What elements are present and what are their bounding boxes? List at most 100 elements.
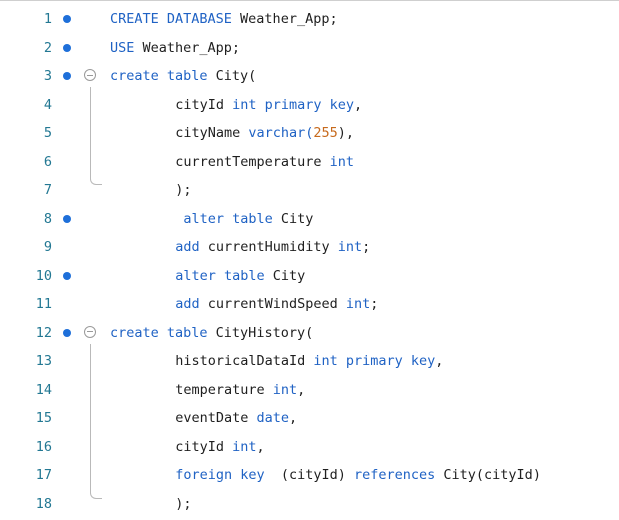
code-text: create table City( [110,62,256,90]
code-text: cityName varchar(255), [175,119,354,147]
sql-keyword: int [232,438,257,455]
code-line[interactable]: 12 create table CityHistory( [0,319,619,347]
code-text: historicalDataId int primary key, [175,347,443,375]
statement-marker-dot-icon[interactable] [63,271,71,280]
sql-identifier: , [354,96,363,113]
fold-collapse-icon[interactable] [84,325,96,338]
line-number: 8 [43,210,52,227]
code-line[interactable]: 11 add currentWindSpeed int; [0,290,619,318]
fold-guide-cityhistory [90,344,91,491]
sql-code-editor[interactable]: 1 CREATE DATABASE Weather_App; 2 USE Weathe… [0,0,619,520]
code-line[interactable]: 1 CREATE DATABASE Weather_App; [0,5,619,33]
line-number: 6 [43,153,52,170]
sql-identifier: ), [337,125,355,141]
code-line[interactable]: 13 historicalDataId int primary key, [0,347,619,375]
code-text: foreign key (cityId) references City(cit… [175,461,541,489]
code-text: currentTemperature int [175,148,354,176]
statement-marker-dot-icon[interactable] [63,72,71,80]
code-line[interactable]: 5 cityName varchar(255), [0,119,619,147]
sql-identifier: ; [370,296,379,312]
sql-keyword: int [329,153,355,170]
line-number: 12 [35,324,52,341]
line-number: 13 [35,353,52,369]
sql-keyword: add [175,239,200,255]
sql-keyword: int [337,239,363,255]
code-line[interactable]: 16 cityId int, [0,433,619,461]
sql-identifier: Weather_App; [134,39,241,56]
sql-identifier: currentHumidity [199,239,338,255]
fold-collapse-icon[interactable] [84,69,96,81]
sql-identifier: , [256,438,265,455]
sql-identifier: Weather_App; [231,11,338,27]
sql-keyword: create table [110,324,208,341]
sql-keyword: date [256,410,289,426]
fold-guide-city [90,87,91,177]
line-number: 18 [35,495,52,512]
line-number: 5 [43,125,52,141]
sql-identifier: City(cityId) [435,467,541,483]
line-number: 11 [35,296,52,312]
sql-identifier: ; [362,239,371,255]
sql-identifier: eventDate [175,410,257,426]
code-text: ); [175,490,191,518]
line-number: 10 [35,267,52,284]
sql-identifier: CityHistory( [207,324,314,341]
statement-marker-dot-icon[interactable] [63,214,71,223]
line-number: 16 [35,438,52,455]
sql-keyword: alter table [183,210,273,227]
sql-identifier: City [272,210,314,227]
sql-keyword: varchar( [248,125,314,141]
sql-identifier: temperature [175,381,273,398]
code-line[interactable]: 3 create table City( [0,62,619,90]
code-line[interactable]: 2 USE Weather_App; [0,34,619,62]
line-number: 1 [43,11,52,27]
sql-identifier: , [288,410,298,426]
fold-guide-end-city [90,177,102,185]
code-text: temperature int, [175,376,305,404]
sql-keyword: int [345,296,371,312]
code-text: alter table City [183,205,313,233]
sql-keyword: int primary key [313,353,436,369]
sql-keyword: references [354,467,436,483]
code-text: add currentHumidity int; [175,233,370,261]
code-line[interactable]: 15 eventDate date, [0,404,619,432]
sql-identifier: cityId [175,96,233,113]
code-line[interactable]: 17 foreign key (cityId) references City(c… [0,461,619,489]
sql-identifier: cityId [175,438,233,455]
sql-keyword: add [175,296,200,312]
code-text: eventDate date, [175,404,297,432]
code-text: alter table City [175,262,305,290]
sql-identifier: , [435,353,444,369]
sql-identifier: City( [207,68,257,84]
code-line[interactable]: 4 cityId int primary key, [0,91,619,119]
sql-keyword: USE [110,39,135,56]
line-number: 3 [43,68,52,84]
statement-marker-dot-icon[interactable] [63,15,71,23]
code-text: cityId int primary key, [175,91,362,119]
line-number: 7 [43,182,52,198]
editor-top-border [0,0,619,1]
code-text: ); [175,176,191,204]
line-number: 15 [35,410,52,426]
sql-keyword: alter table [175,267,265,284]
code-text: create table CityHistory( [110,319,313,347]
code-line[interactable]: 8 alter table City [0,205,619,233]
code-text: cityId int, [175,433,264,461]
statement-marker-dot-icon[interactable] [63,43,71,52]
sql-keyword: create table [110,68,208,84]
sql-identifier: (cityId) [264,467,354,483]
code-line[interactable]: 14 temperature int, [0,376,619,404]
sql-keyword: int [272,381,298,398]
code-text: CREATE DATABASE Weather_App; [110,5,338,33]
sql-identifier: ); [175,495,192,512]
code-line[interactable]: 10 alter table City [0,262,619,290]
sql-keyword: int primary key [232,96,355,113]
line-number: 17 [35,467,52,483]
sql-identifier: cityName [175,125,249,141]
sql-identifier: , [297,381,306,398]
sql-keyword: foreign key [175,467,265,483]
code-line[interactable]: 9 add currentHumidity int; [0,233,619,261]
statement-marker-dot-icon[interactable] [63,328,71,337]
code-line[interactable]: 6 currentTemperature int [0,148,619,176]
fold-guide-end-cityhistory [90,491,102,499]
